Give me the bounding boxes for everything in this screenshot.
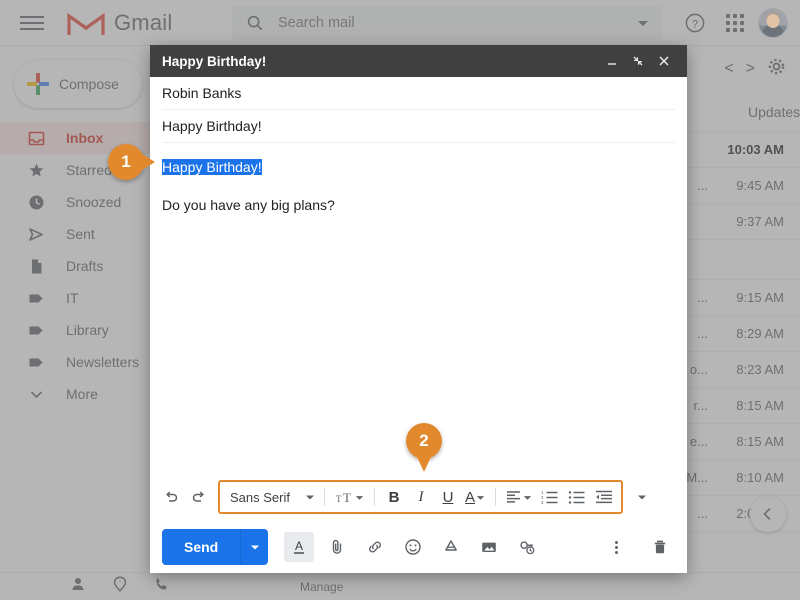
minimize-icon[interactable] xyxy=(599,48,625,74)
trash-icon[interactable] xyxy=(645,532,675,562)
more-formatting-options-icon[interactable] xyxy=(629,483,655,511)
chevron-down-icon xyxy=(306,495,314,500)
recipient-value: Robin Banks xyxy=(162,85,242,101)
underline-button[interactable]: U xyxy=(435,483,461,511)
compose-window: Happy Birthday! Robin Banks Happy Birthd… xyxy=(150,45,687,573)
svg-text:A: A xyxy=(295,539,303,553)
divider xyxy=(374,488,375,506)
formatting-toolbar: Sans Serif TT B I U A 1 2 3 xyxy=(158,479,679,515)
compose-right-actions xyxy=(601,532,675,562)
numbered-list-icon[interactable]: 123 xyxy=(537,483,563,511)
google-drive-icon[interactable] xyxy=(436,532,466,562)
svg-text:T: T xyxy=(336,494,342,504)
divider xyxy=(495,488,497,506)
link-icon[interactable] xyxy=(360,532,390,562)
compose-bottom-bar: Send A xyxy=(150,521,687,573)
insert-photo-icon[interactable] xyxy=(474,532,504,562)
italic-button[interactable]: I xyxy=(408,483,434,511)
send-button[interactable]: Send xyxy=(162,529,241,565)
subject-value: Happy Birthday! xyxy=(162,118,262,134)
close-icon[interactable] xyxy=(651,48,677,74)
formatting-controls-highlight: Sans Serif TT B I U A 1 2 3 xyxy=(218,480,624,514)
callout-badge-1: 1 xyxy=(108,144,155,180)
format-text-icon[interactable]: A xyxy=(284,532,315,562)
text-color-button[interactable]: A xyxy=(462,483,489,511)
body-line-selected: Happy Birthday! xyxy=(162,157,675,177)
screen: Gmail ? xyxy=(0,0,800,600)
font-size-icon[interactable]: TT xyxy=(331,483,368,511)
compose-title-bar: Happy Birthday! xyxy=(150,45,687,77)
confidential-mode-icon[interactable] xyxy=(512,532,542,562)
redo-icon[interactable] xyxy=(186,483,212,511)
divider xyxy=(324,488,325,506)
restore-down-icon[interactable] xyxy=(625,48,651,74)
compose-action-icons: A xyxy=(284,532,542,562)
font-family-select[interactable]: Sans Serif xyxy=(224,490,318,505)
bulleted-list-icon[interactable] xyxy=(564,483,590,511)
emoji-icon[interactable] xyxy=(398,532,428,562)
chevron-down-icon xyxy=(476,495,485,500)
svg-text:3: 3 xyxy=(541,500,544,505)
callout-badge-2: 2 xyxy=(406,423,442,472)
chevron-down-icon xyxy=(250,545,259,550)
indent-less-icon[interactable] xyxy=(591,483,617,511)
align-left-icon[interactable] xyxy=(502,483,536,511)
body-line-2: Do you have any big plans? xyxy=(162,197,335,213)
more-options-icon[interactable] xyxy=(601,532,631,562)
attachment-icon[interactable] xyxy=(322,532,352,562)
compose-title-label: Happy Birthday! xyxy=(162,53,267,69)
text-color-label: A xyxy=(465,488,476,506)
callout-badge-1-label: 1 xyxy=(121,152,131,171)
selected-text: Happy Birthday! xyxy=(162,159,262,175)
undo-icon[interactable] xyxy=(158,483,184,511)
chevron-down-icon xyxy=(355,495,364,500)
recipient-field[interactable]: Robin Banks xyxy=(162,77,675,110)
callout-badge-2-label: 2 xyxy=(419,431,429,450)
svg-text:T: T xyxy=(343,490,351,505)
subject-field[interactable]: Happy Birthday! xyxy=(162,110,675,143)
chevron-down-icon xyxy=(523,495,532,500)
font-family-value: Sans Serif xyxy=(230,489,290,505)
send-options-button[interactable] xyxy=(240,529,269,565)
send-button-label: Send xyxy=(184,539,219,555)
bold-button[interactable]: B xyxy=(381,483,407,511)
